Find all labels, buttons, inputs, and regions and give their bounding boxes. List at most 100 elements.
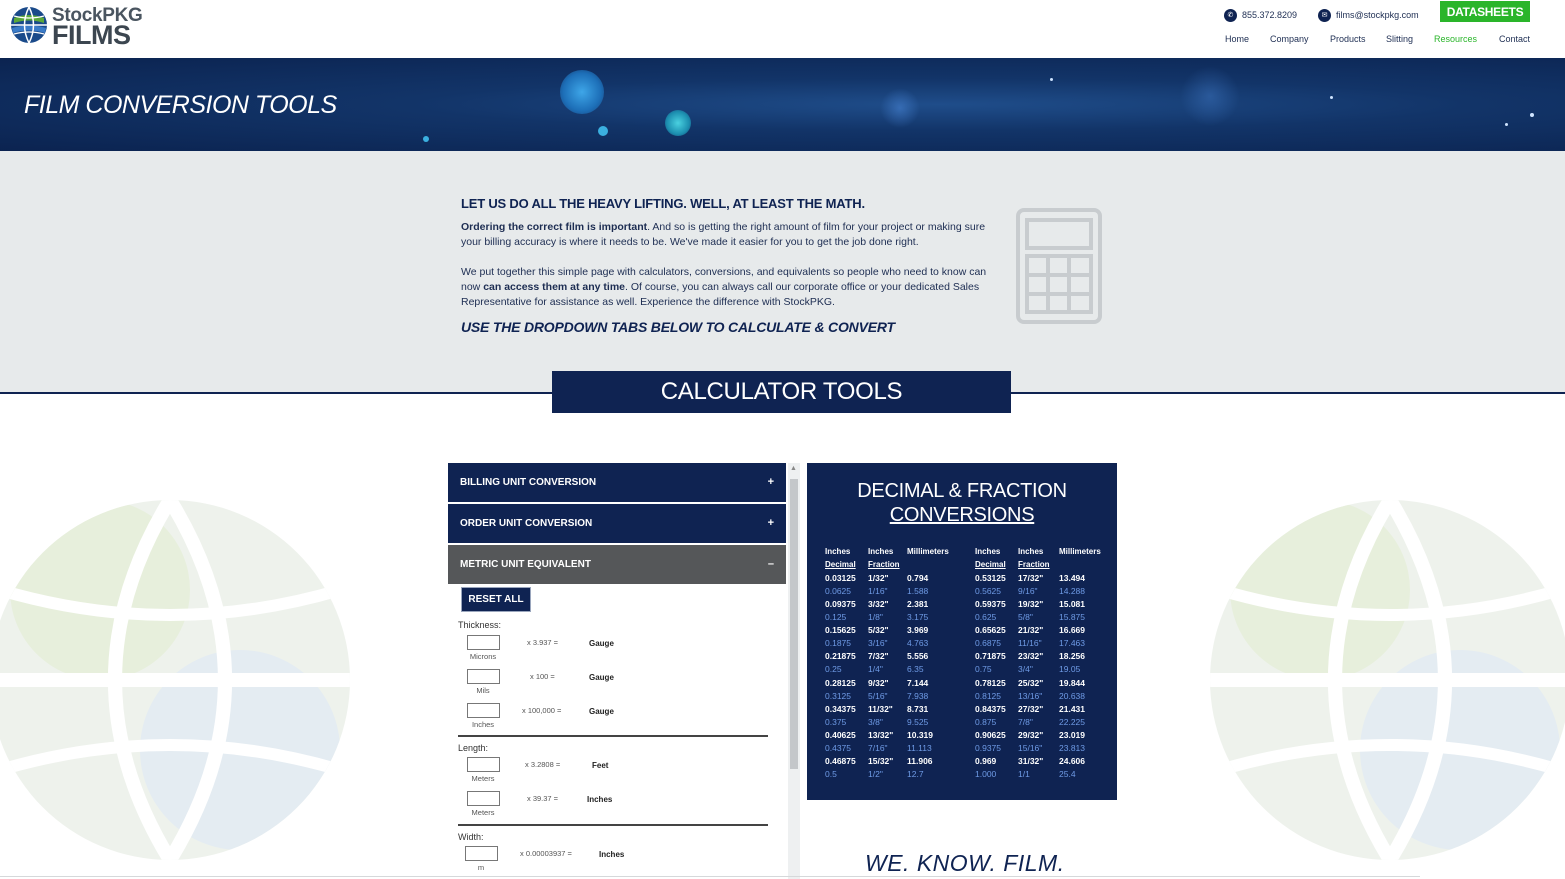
- table-cell: 15/16": [1018, 742, 1043, 753]
- table-cell: 0.09375: [825, 599, 856, 610]
- table-subheader: Decimal: [825, 560, 856, 569]
- table-cell: 17/32": [1018, 573, 1044, 583]
- table-cell: 0.6875: [975, 638, 1001, 649]
- table-cell: 0.84375: [975, 703, 1006, 714]
- table-cell: 0.90625: [975, 729, 1006, 740]
- phone-link[interactable]: ✆ 855.372.8209: [1224, 8, 1297, 22]
- length-meters-to-feet-input[interactable]: [467, 757, 500, 772]
- table-cell: 3/8": [868, 716, 883, 727]
- table-cell: 25/32": [1018, 677, 1044, 688]
- result-unit: Gauge: [589, 639, 614, 648]
- table-cell: 0.59375: [975, 599, 1006, 610]
- nav-contact[interactable]: Contact: [1499, 34, 1530, 46]
- table-header: Inches: [975, 547, 1001, 556]
- table-cell: 9/16": [1018, 586, 1038, 597]
- table-cell: 7.144: [907, 677, 929, 688]
- table-cell: 19/32": [1018, 599, 1044, 610]
- field-caption: Meters: [471, 808, 495, 817]
- scroll-up-arrow-icon[interactable]: ▲: [790, 465, 797, 472]
- bokeh-dot: [665, 110, 691, 136]
- datasheets-button[interactable]: DATASHEETS: [1440, 1, 1530, 22]
- table-subheader: Fraction: [1018, 560, 1050, 569]
- nav-resources[interactable]: Resources: [1434, 34, 1477, 46]
- table-cell: 3/32": [868, 599, 889, 610]
- table-cell: 11/16": [1018, 638, 1042, 649]
- table-cell: 0.53125: [975, 573, 1006, 583]
- intro-bold-2: can access them at any time: [483, 281, 626, 293]
- field-caption: Mils: [476, 686, 490, 695]
- panel-scrollbar[interactable]: ▲: [788, 463, 800, 879]
- table-cell: 1/16": [868, 586, 888, 597]
- table-cell: 0.25: [825, 664, 842, 675]
- table-cell: 0.969: [975, 755, 997, 766]
- table-cell: 0.375: [825, 716, 847, 727]
- table-cell: 16.669: [1059, 625, 1085, 636]
- page-title: FILM CONVERSION TOOLS: [24, 91, 337, 119]
- nav-products[interactable]: Products: [1330, 34, 1366, 46]
- table-cell: 0.65625: [975, 625, 1006, 636]
- table-cell: 8.731: [907, 703, 929, 714]
- intro-bold-1: Ordering the correct film is important: [461, 221, 648, 233]
- mils-input[interactable]: [467, 669, 500, 684]
- reset-all-button[interactable]: RESET ALL: [461, 587, 531, 612]
- table-cell: 19.844: [1059, 677, 1085, 688]
- table-cell: 18.256: [1059, 651, 1085, 662]
- microns-input[interactable]: [467, 635, 500, 650]
- table-cell: 0.8125: [975, 690, 1001, 701]
- table-cell: 7/8": [1018, 716, 1033, 727]
- scroll-thumb[interactable]: [790, 479, 798, 769]
- result-unit: Gauge: [589, 673, 614, 682]
- email-link[interactable]: ✉ films@stockpkg.com: [1318, 8, 1419, 22]
- nav-home[interactable]: Home: [1225, 34, 1249, 46]
- phone-icon: ✆: [1224, 8, 1237, 22]
- table-header: Millimeters: [1059, 547, 1101, 556]
- table-cell: 3.175: [907, 612, 929, 623]
- intro-section: LET US DO ALL THE HEAVY LIFTING. WELL, A…: [0, 151, 1565, 393]
- table-cell: 10.319: [907, 729, 933, 740]
- table-cell: 15/32": [868, 755, 894, 766]
- table-cell: 4.763: [907, 638, 929, 649]
- table-cell: 0.9375: [975, 742, 1001, 753]
- nav-slitting[interactable]: Slitting: [1386, 34, 1413, 46]
- table-cell: 3/4": [1018, 664, 1033, 675]
- thickness-label: Thickness:: [458, 620, 502, 630]
- accordion-billing-unit[interactable]: BILLING UNIT CONVERSION +: [448, 463, 786, 502]
- inches-input[interactable]: [467, 703, 500, 718]
- table-cell: 1/8": [868, 612, 883, 623]
- table-cell: 7.938: [907, 690, 929, 701]
- table-cell: 13/16": [1018, 690, 1043, 701]
- page: StockPKG FILMS ✆ 855.372.8209 ✉ films@st…: [0, 0, 1565, 879]
- background-globe-right-icon: [1210, 500, 1565, 860]
- calculator-tools-heading: CALCULATOR TOOLS: [552, 371, 1011, 413]
- table-cell: 3/16": [868, 638, 888, 649]
- intro-paragraph-1: Ordering the correct film is important. …: [461, 220, 1001, 250]
- table-cell: 19.05: [1059, 664, 1081, 675]
- table-cell: 9/32": [868, 677, 889, 688]
- bokeh-dot: [880, 88, 920, 128]
- table-title-underlined: CONVERSIONS: [889, 504, 1035, 526]
- table-header: Inches: [868, 547, 894, 556]
- multiplier-text: x 3.2808 =: [525, 760, 561, 769]
- logo-text-bottom: FILMS: [52, 20, 131, 50]
- background-globe-left-icon: [0, 500, 350, 860]
- length-meters-to-inches-input[interactable]: [467, 791, 500, 806]
- expand-icon: +: [767, 517, 774, 529]
- table-cell: 0.5: [825, 769, 837, 780]
- table-cell: 15.081: [1059, 599, 1085, 610]
- bokeh-dot: [1050, 78, 1053, 81]
- accordion-order-unit[interactable]: ORDER UNIT CONVERSION +: [448, 504, 786, 543]
- nav-company[interactable]: Company: [1270, 34, 1309, 46]
- table-header: Inches: [1018, 547, 1044, 556]
- bokeh-dot: [1330, 96, 1333, 99]
- phone-number: 855.372.8209: [1242, 10, 1298, 20]
- result-unit: Inches: [587, 795, 613, 804]
- multiplier-text: x 0.00003937 =: [520, 849, 572, 858]
- table-cell: 0.75: [975, 664, 992, 675]
- accordion-metric-unit[interactable]: METRIC UNIT EQUIVALENT –: [448, 545, 786, 584]
- logo[interactable]: StockPKG FILMS: [10, 5, 150, 50]
- bokeh-dot: [1180, 66, 1240, 126]
- table-cell: 6.35: [907, 664, 924, 675]
- result-unit: Inches: [599, 850, 625, 859]
- width-input[interactable]: [465, 846, 498, 861]
- table-cell: 0.03125: [825, 573, 856, 583]
